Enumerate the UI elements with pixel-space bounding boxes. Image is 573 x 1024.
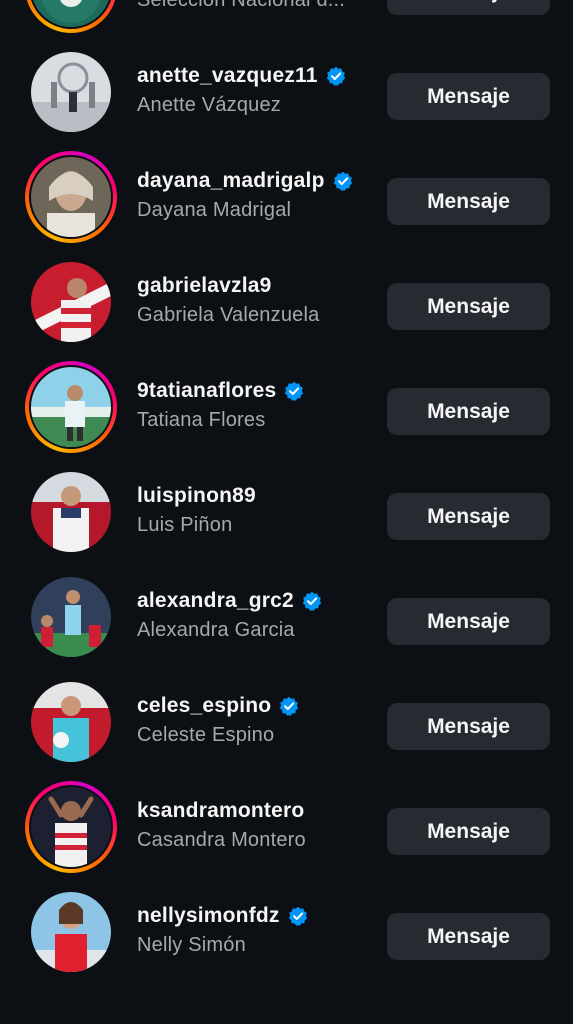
avatar[interactable]	[31, 367, 111, 447]
following-list: miseleccionmx Selección Nacional d... Me…	[0, 0, 573, 979]
message-button[interactable]: Mensaje	[387, 598, 550, 645]
message-button[interactable]: Mensaje	[387, 178, 550, 225]
full-name: Anette Vázquez	[137, 94, 282, 116]
full-name: Selección Nacional d...	[137, 0, 346, 11]
username[interactable]: anette_vazquez11	[137, 64, 318, 88]
list-item[interactable]: gabrielavzla9 Gabriela Valenzuela Mensaj…	[0, 244, 573, 349]
list-item[interactable]: dayana_madrigalp Dayana Madrigal Mensaje	[0, 139, 573, 244]
username[interactable]: gabrielavzla9	[137, 274, 272, 298]
list-item[interactable]: anette_vazquez11 Anette Vázquez Mensaje	[0, 34, 573, 139]
full-name: Alexandra Garcia	[137, 619, 295, 641]
message-button[interactable]: Mensaje	[387, 808, 550, 855]
avatar[interactable]	[31, 0, 111, 27]
verified-badge-icon	[288, 906, 307, 926]
message-button[interactable]: Mensaje	[387, 493, 550, 540]
full-name: Casandra Montero	[137, 829, 306, 851]
username[interactable]: luispinon89	[137, 484, 256, 508]
avatar[interactable]	[31, 472, 111, 552]
verified-badge-icon	[302, 591, 322, 611]
avatar[interactable]	[31, 892, 111, 972]
full-name: Luis Piñon	[137, 514, 233, 536]
list-item[interactable]: luispinon89 Luis Piñon Mensaje	[0, 454, 573, 559]
username[interactable]: ksandramontero	[137, 799, 304, 823]
username[interactable]: celes_espino	[137, 694, 271, 718]
full-name: Celeste Espino	[137, 724, 275, 746]
username[interactable]: dayana_madrigalp	[137, 169, 325, 193]
full-name: Dayana Madrigal	[137, 199, 292, 221]
message-button[interactable]: Mensaje	[387, 913, 550, 960]
message-button[interactable]: Mensaje	[387, 73, 550, 120]
story-ring[interactable]	[25, 151, 117, 243]
username[interactable]: nellysimonfdz	[137, 904, 280, 928]
message-button[interactable]: Mensaje	[387, 283, 550, 330]
avatar[interactable]	[31, 157, 111, 237]
full-name: Tatiana Flores	[137, 409, 266, 431]
full-name: Nelly Simón	[137, 934, 246, 956]
full-name: Gabriela Valenzuela	[137, 304, 320, 326]
verified-badge-icon	[280, 696, 299, 716]
verified-badge-icon	[285, 381, 304, 401]
avatar[interactable]	[31, 52, 111, 132]
story-ring[interactable]	[25, 361, 117, 453]
avatar[interactable]	[31, 787, 111, 867]
message-button[interactable]: Mensaje	[387, 0, 550, 15]
list-item[interactable]: alexandra_grc2 Alexandra Garcia Mensaje	[0, 559, 573, 664]
verified-badge-icon	[333, 171, 352, 191]
avatar[interactable]	[31, 682, 111, 762]
list-item[interactable]: miseleccionmx Selección Nacional d... Me…	[0, 0, 573, 34]
avatar[interactable]	[31, 577, 111, 657]
list-item[interactable]: nellysimonfdz Nelly Simón Mensaje	[0, 874, 573, 979]
story-ring[interactable]	[25, 781, 117, 873]
list-item[interactable]: 9tatianaflores Tatiana Flores Mensaje	[0, 349, 573, 454]
list-item[interactable]: celes_espino Celeste Espino Mensaje	[0, 664, 573, 769]
message-button[interactable]: Mensaje	[387, 703, 550, 750]
message-button[interactable]: Mensaje	[387, 388, 550, 435]
story-ring[interactable]	[25, 0, 117, 33]
verified-badge-icon	[326, 66, 345, 86]
username[interactable]: 9tatianaflores	[137, 379, 276, 403]
username[interactable]: alexandra_grc2	[137, 589, 294, 613]
list-item[interactable]: ksandramontero Casandra Montero Mensaje	[0, 769, 573, 874]
avatar[interactable]	[31, 262, 111, 342]
